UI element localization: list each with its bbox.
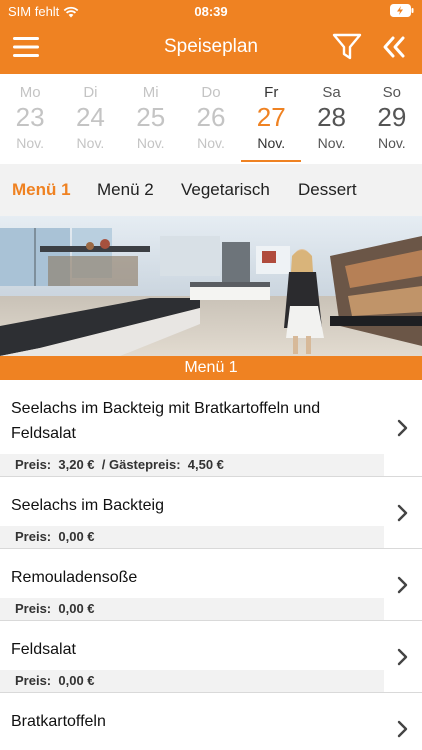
meal-list: Seelachs im Backteig mit Bratkartoffeln … (0, 380, 422, 750)
price-label: Preis: (15, 529, 52, 544)
tab-menu-1[interactable]: Menü 1 (12, 180, 71, 200)
day-weekday: Fr (264, 84, 279, 101)
guest-price-label: / Gästepreis: (101, 457, 181, 472)
filter-icon (332, 33, 362, 60)
meal-name: Seelachs im Backteig mit Bratkartoffeln … (11, 400, 321, 442)
day-month: Nov. (16, 135, 45, 151)
day-number: 27 (256, 102, 286, 132)
section-header: Menü 1 (0, 356, 422, 380)
day-number: 23 (15, 102, 45, 132)
meal-name: Remouladensoße (11, 569, 138, 586)
day-month: Nov. (197, 135, 225, 151)
day-weekday: Mi (142, 84, 159, 101)
chevron-right-icon (397, 720, 408, 738)
canteen-photo (0, 216, 422, 356)
battery-icon (390, 4, 414, 17)
day-0[interactable]: Mo 23 Nov. (0, 74, 60, 164)
day-weekday: Sa (322, 84, 341, 101)
day-4-selected[interactable]: Fr 27 Nov. (241, 74, 302, 164)
day-month: Nov. (136, 135, 165, 151)
guest-price-value: 4,50 € (187, 457, 224, 472)
tab-vegetarisch[interactable]: Vegetarisch (181, 180, 270, 200)
day-weekday: Mo (19, 84, 41, 101)
day-month: Nov. (76, 135, 105, 151)
meal-item[interactable]: Bratkartoffeln (0, 693, 422, 750)
status-bar: SIM fehlt 08:39 (0, 0, 422, 22)
day-6[interactable]: So 29 Nov. (362, 74, 422, 164)
day-month: Nov. (257, 135, 286, 151)
chevron-right-icon (397, 648, 408, 665)
collapse-button[interactable] (380, 34, 410, 60)
price-value: 0,00 € (58, 673, 95, 688)
double-chevron-left-icon (383, 36, 405, 58)
day-number: 29 (377, 102, 407, 132)
filter-button[interactable] (332, 32, 362, 62)
chevron-right-icon (397, 504, 408, 521)
meal-item[interactable]: Remouladensoße Preis: 0,00 € (0, 549, 422, 621)
price-value: 0,00 € (58, 529, 95, 544)
day-2[interactable]: Mi 25 Nov. (121, 74, 181, 164)
day-1[interactable]: Di 24 Nov. (60, 74, 120, 164)
meal-price-row: Preis: 0,00 € (0, 526, 384, 548)
day-weekday: Do (201, 84, 221, 101)
day-number: 26 (196, 102, 226, 132)
price-value: 0,00 € (58, 601, 95, 616)
canteen-photo-illustration (0, 216, 422, 356)
price-label: Preis: (15, 673, 52, 688)
day-3[interactable]: Do 26 Nov. (181, 74, 241, 164)
meal-name: Feldsalat (11, 641, 76, 658)
price-label: Preis: (15, 601, 52, 616)
day-month: Nov. (377, 135, 406, 151)
meal-price-row: Preis: 0,00 € (0, 670, 384, 692)
meal-price-row: Preis: 0,00 € (0, 598, 384, 620)
tab-dessert[interactable]: Dessert (298, 180, 357, 200)
price-value: 3,20 € (58, 457, 95, 472)
day-weekday: So (382, 84, 401, 101)
price-label: Preis: (15, 457, 52, 472)
meal-price-row: Preis: 3,20 € / Gästepreis: 4,50 € (0, 454, 384, 476)
status-time: 08:39 (194, 4, 228, 19)
day-number: 25 (136, 102, 166, 132)
date-strip: Mo 23 Nov. Di 24 Nov. Mi 25 Nov. Do 26 N… (0, 74, 422, 164)
day-weekday: Di (83, 84, 98, 101)
category-tabs: Menü 1 Menü 2 Vegetarisch Dessert (0, 164, 422, 216)
meal-item[interactable]: Feldsalat Preis: 0,00 € (0, 621, 422, 693)
chevron-right-icon (397, 419, 408, 437)
meal-item[interactable]: Seelachs im Backteig mit Bratkartoffeln … (0, 380, 422, 477)
meal-name: Bratkartoffeln (11, 713, 106, 730)
nav-bar: Speiseplan (0, 22, 422, 74)
chevron-right-icon (397, 576, 408, 593)
meal-item[interactable]: Seelachs im Backteig Preis: 0,00 € (0, 477, 422, 549)
tab-menu-2[interactable]: Menü 2 (97, 180, 154, 200)
day-month: Nov. (317, 135, 346, 151)
day-5[interactable]: Sa 28 Nov. (301, 74, 361, 164)
day-number: 28 (317, 102, 346, 132)
day-number: 24 (75, 102, 105, 132)
meal-name: Seelachs im Backteig (11, 497, 164, 514)
